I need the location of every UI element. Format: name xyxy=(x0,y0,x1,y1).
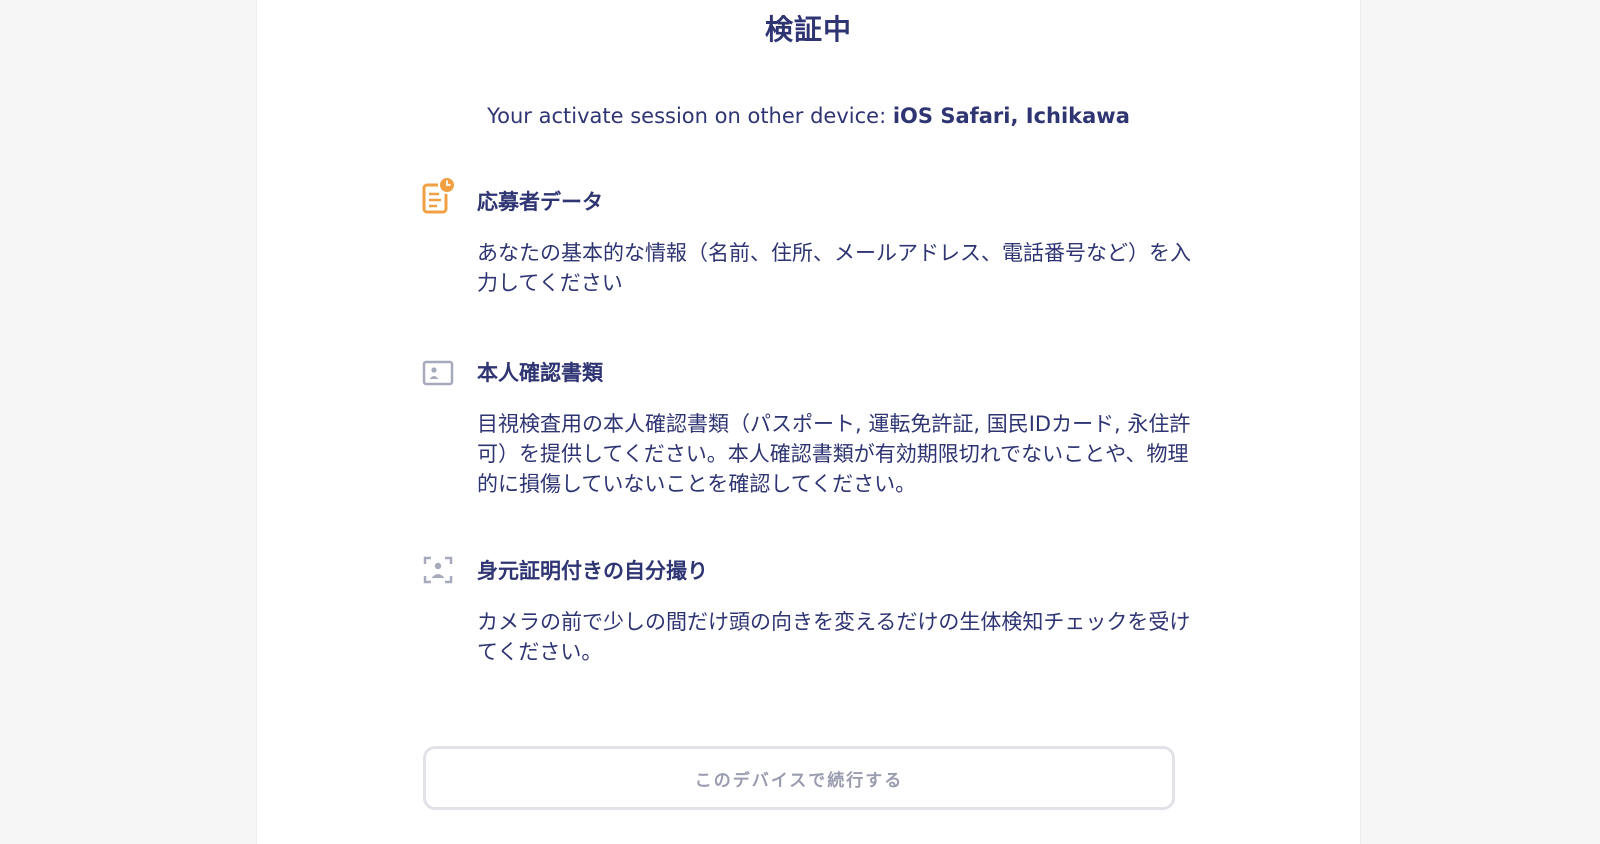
step-title: 応募者データ xyxy=(477,190,603,214)
verification-card: 検証中 Your activate session on other devic… xyxy=(257,0,1360,844)
id-card-icon xyxy=(422,360,454,386)
step-description: あなたの基本的な情報（名前、住所、メールアドレス、電話番号など）を入力してくださ… xyxy=(477,241,1191,295)
page-title: 検証中 xyxy=(764,13,852,46)
face-scan-icon xyxy=(423,556,453,584)
step-description: カメラの前で少しの間だけ頭の向きを変えるだけの生体検知チェックを受けてください。 xyxy=(477,610,1191,664)
continue-on-this-device-button[interactable]: このデバイスで続行する xyxy=(423,746,1175,810)
step-description: 目視検査用の本人確認書類（パスポート, 運転免許証, 国民IDカード, 永住許可… xyxy=(477,412,1191,496)
session-device: iOS Safari, Ichikawa xyxy=(892,104,1130,128)
session-info: Your activate session on other device: i… xyxy=(257,104,1360,128)
session-prefix: Your activate session on other device: xyxy=(487,104,893,128)
document-clock-icon xyxy=(422,176,456,214)
step-title: 本人確認書類 xyxy=(477,361,603,385)
step-title: 身元証明付きの自分撮り xyxy=(477,559,708,583)
